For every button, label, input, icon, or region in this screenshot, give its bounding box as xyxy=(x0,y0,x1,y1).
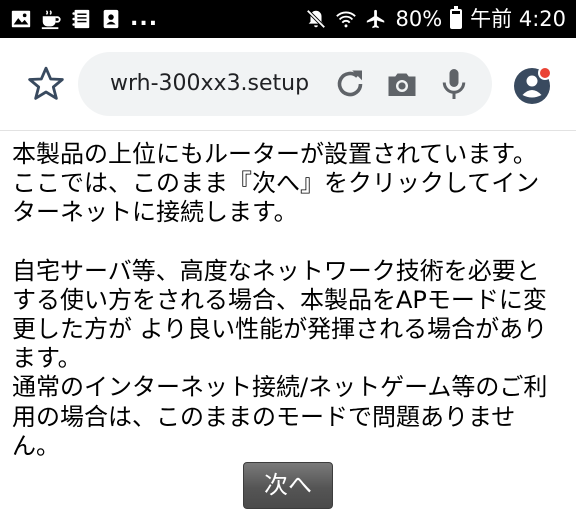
mute-icon xyxy=(306,9,327,29)
camera-icon[interactable] xyxy=(384,66,420,102)
cup-icon xyxy=(41,10,61,30)
url-text[interactable]: wrh-300xx3.setup xyxy=(110,52,309,116)
status-bar-right: 80% 午前 4:20 xyxy=(305,6,566,32)
notification-overflow-indicator: ... xyxy=(130,6,159,31)
image-icon xyxy=(11,10,31,28)
address-bar[interactable]: wrh-300xx3.setup xyxy=(78,52,492,116)
reload-icon[interactable] xyxy=(332,66,368,102)
status-bar: ... 80% 午前 4:20 xyxy=(0,0,576,38)
bookmark-star-icon[interactable] xyxy=(26,64,66,104)
notebook-icon xyxy=(72,9,90,29)
browser-toolbar: wrh-300xx3.setup xyxy=(0,38,576,131)
battery-percentage: 80% xyxy=(395,7,443,31)
airplane-icon xyxy=(367,9,385,29)
wifi-question-icon xyxy=(336,11,357,28)
account-avatar-icon[interactable] xyxy=(510,64,554,108)
router-detected-message: 本製品の上位にもルーターが設置されています。 ここでは、このまま『次へ』をクリッ… xyxy=(12,140,540,227)
ap-mode-recommendation-message: 自宅サーバ等、高度なネットワーク技術を必要と する使い方をされる場合、本製品をA… xyxy=(12,256,548,460)
microphone-icon[interactable] xyxy=(436,66,472,102)
status-bar-left: ... xyxy=(10,6,158,32)
battery-fill xyxy=(452,14,461,27)
next-button[interactable]: 次へ xyxy=(243,462,333,509)
contact-card-icon xyxy=(103,9,119,29)
battery-icon xyxy=(450,6,463,29)
clock: 午前 4:20 xyxy=(470,7,566,31)
page-content: 本製品の上位にもルーターが設置されています。 ここでは、このまま『次へ』をクリッ… xyxy=(12,140,568,461)
